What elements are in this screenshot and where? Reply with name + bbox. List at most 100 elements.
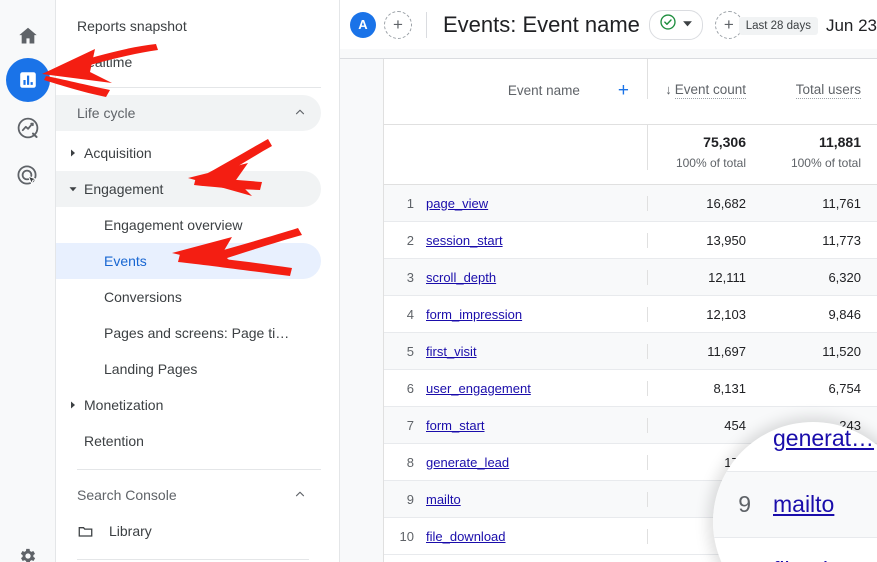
row-event-name[interactable]: file_download	[426, 529, 647, 544]
add-account-button[interactable]: +	[384, 10, 412, 39]
sidebar-item-retention[interactable]: Retention	[56, 423, 321, 459]
date-preset-chip[interactable]: Last 28 days	[738, 17, 818, 35]
table-row[interactable]: 3 scroll_depth 12,111 6,320	[384, 259, 877, 296]
row-total-users: 11,773	[822, 232, 861, 248]
avatar[interactable]: A	[350, 11, 376, 38]
totals-subtext: 100% of total	[675, 156, 746, 170]
reports-navigation-sidebar: Reports snapshot Realtime Life cycle Acq…	[56, 0, 340, 562]
row-total-users: 9,846	[828, 306, 861, 322]
row-total-users: 11,520	[822, 343, 861, 359]
top-bar: A + Events: Event name + Last 28 days Ju…	[340, 0, 877, 49]
sidebar-item-engagement[interactable]: Engagement	[56, 171, 321, 207]
rail-item-home[interactable]	[6, 14, 50, 58]
row-rank: 5	[406, 343, 414, 359]
sidebar-item-library[interactable]: Library	[56, 513, 321, 549]
row-event-name[interactable]: generate_lead	[426, 455, 647, 470]
sidebar-item-realtime[interactable]: Realtime	[56, 44, 321, 80]
table-row[interactable]: 6 user_engagement 8,131 6,754	[384, 370, 877, 407]
sidebar-item-landing-pages[interactable]: Landing Pages	[56, 351, 321, 387]
dimension-header-cell: Event name +	[384, 59, 647, 100]
date-range-selector[interactable]: Last 28 days Jun 23	[738, 16, 877, 36]
magnifier-content: 8 generat… 9 mailto 10 file_dow	[713, 422, 877, 562]
sidebar-item-conversions[interactable]: Conversions	[56, 279, 321, 315]
icon-rail	[0, 0, 56, 562]
sidebar-label: Reports snapshot	[77, 18, 187, 34]
avatar-letter: A	[358, 17, 368, 32]
table-row[interactable]: 2 session_start 13,950 11,773	[384, 222, 877, 259]
chevron-up-icon	[293, 105, 307, 122]
magnified-rank: 8	[738, 425, 751, 451]
comparison-selector[interactable]	[648, 9, 703, 40]
triangle-right-icon	[64, 148, 82, 158]
home-icon	[17, 25, 39, 47]
sidebar-label: Engagement	[84, 181, 164, 197]
sidebar-label: Events	[104, 253, 147, 269]
metric-header-event-count[interactable]: ↓ Event count	[647, 59, 762, 99]
magnified-event-name[interactable]: mailto	[773, 491, 834, 518]
row-event-name[interactable]: form_start	[426, 418, 647, 433]
magnified-event-name[interactable]: generat…	[773, 425, 874, 452]
magnifier-lens: 8 generat… 9 mailto 10 file_dow	[713, 422, 877, 562]
row-event-count: 12,111	[647, 269, 762, 285]
row-rank: 8	[406, 454, 414, 470]
rail-item-advertising[interactable]	[6, 154, 50, 198]
chevron-down-icon	[682, 16, 693, 34]
row-event-count: 16,682	[647, 195, 762, 211]
rail-item-reports[interactable]	[6, 58, 50, 102]
sidebar-label: Conversions	[104, 289, 182, 305]
sidebar-label: Acquisition	[84, 145, 152, 161]
magnified-row[interactable]: 8 generat…	[713, 422, 877, 472]
row-rank: 2	[406, 232, 414, 248]
row-event-name[interactable]: form_impression	[426, 307, 647, 322]
totals-value: 11,881	[818, 134, 861, 150]
table-totals-row: 75,306 100% of total 11,881 100% of tota…	[384, 125, 877, 185]
sort-descending-icon: ↓	[665, 82, 672, 97]
magnified-row[interactable]: 9 mailto	[713, 472, 877, 538]
table-row[interactable]: 1 page_view 16,682 11,761	[384, 185, 877, 222]
row-event-name[interactable]: mailto	[426, 492, 647, 507]
plus-icon: +	[393, 15, 403, 34]
sidebar-item-reports-snapshot[interactable]: Reports snapshot	[56, 8, 321, 44]
sidebar-section-search-console[interactable]: Search Console	[56, 477, 321, 513]
row-event-name[interactable]: user_engagement	[426, 381, 647, 396]
sidebar-divider-3	[77, 559, 309, 560]
folder-icon	[77, 523, 97, 540]
magnified-event-name[interactable]: file_dow	[773, 557, 857, 562]
sidebar-section-life-cycle[interactable]: Life cycle	[56, 95, 321, 131]
row-event-name[interactable]: page_view	[426, 196, 647, 211]
check-circle-icon	[659, 13, 677, 36]
sidebar-label: Realtime	[77, 54, 133, 70]
row-event-name[interactable]: session_start	[426, 233, 647, 248]
magnified-row[interactable]: 10 file_dow	[713, 538, 877, 562]
sidebar-label: Landing Pages	[104, 361, 198, 377]
sidebar-item-events[interactable]: Events	[56, 243, 321, 279]
gear-icon	[18, 546, 38, 562]
sidebar-divider-1	[77, 87, 321, 88]
page-title: Events: Event name	[443, 11, 640, 37]
sidebar-item-monetization[interactable]: Monetization	[56, 387, 321, 423]
table-row[interactable]: 4 form_impression 12,103 9,846	[384, 296, 877, 333]
table-row[interactable]: 5 first_visit 11,697 11,520	[384, 333, 877, 370]
metric-header-label: Total users	[795, 82, 861, 99]
row-event-name[interactable]: scroll_depth	[426, 270, 647, 285]
rail-item-admin[interactable]	[6, 534, 50, 562]
dimension-header-label: Event name	[507, 83, 580, 98]
advertising-icon	[16, 164, 40, 188]
sidebar-section-label: Life cycle	[77, 105, 136, 121]
sidebar-item-engagement-overview[interactable]: Engagement overview	[56, 207, 321, 243]
add-dimension-button[interactable]: +	[618, 81, 647, 100]
sidebar-label: Pages and screens: Page ti…	[104, 325, 290, 341]
row-event-name[interactable]: first_visit	[426, 344, 647, 359]
magnified-rank: 9	[738, 491, 751, 517]
row-rank: 4	[406, 306, 414, 322]
rail-item-explore[interactable]	[6, 106, 50, 150]
sidebar-item-pages-and-screens[interactable]: Pages and screens: Page ti…	[56, 315, 321, 351]
sidebar-item-acquisition[interactable]: Acquisition	[56, 135, 321, 171]
sidebar-divider-2	[77, 469, 321, 470]
row-event-count: 13,950	[647, 232, 762, 248]
metric-header-total-users[interactable]: Total users	[762, 59, 877, 99]
sidebar-label: Retention	[84, 433, 144, 449]
row-event-count: 12,103	[647, 306, 762, 322]
totals-subtext: 100% of total	[790, 156, 861, 170]
table-header-row: Event name + ↓ Event count Total users	[384, 59, 877, 125]
